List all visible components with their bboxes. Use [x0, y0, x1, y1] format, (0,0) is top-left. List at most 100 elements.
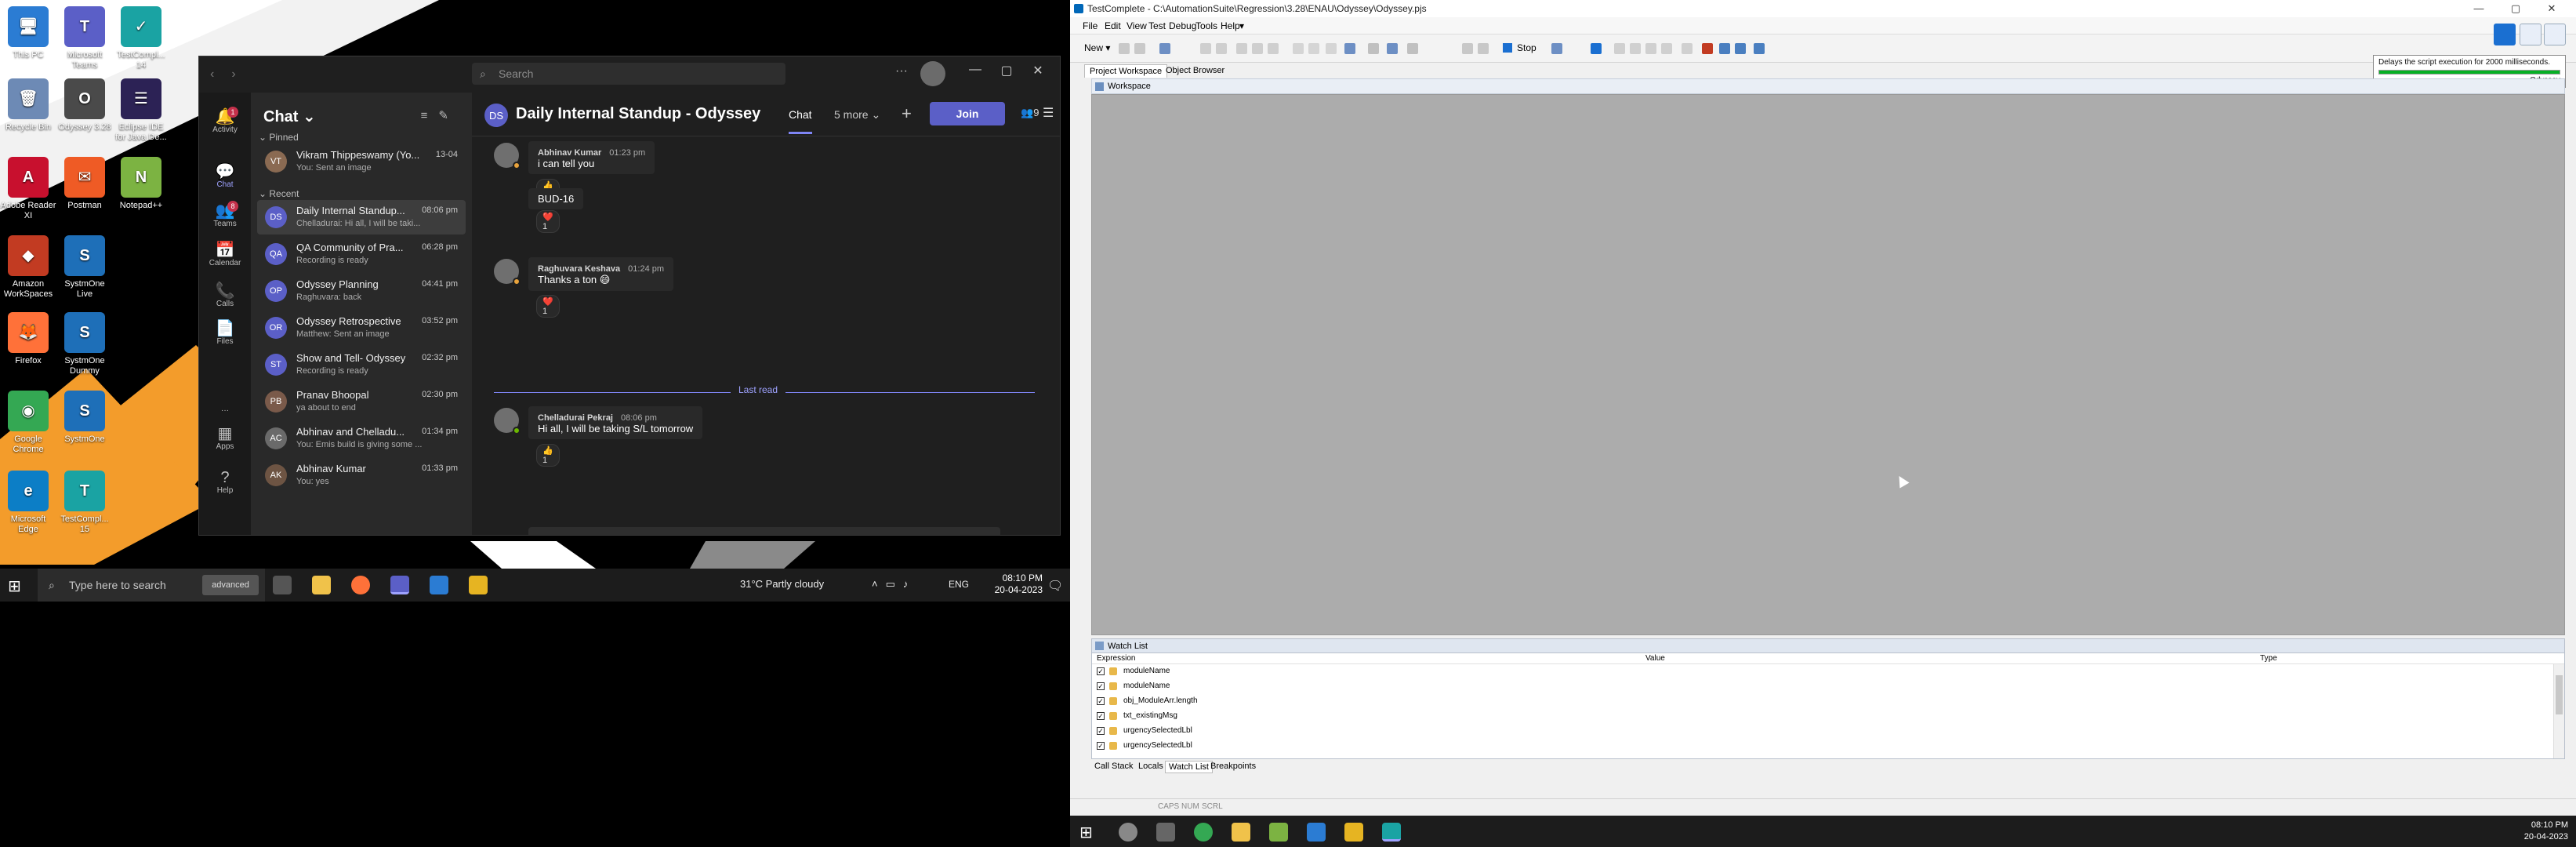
watch-row[interactable]: ✓ txt_existingMsg	[1092, 709, 2550, 723]
object-spy-icon[interactable]	[1344, 43, 1355, 54]
cut-icon[interactable]	[1236, 43, 1247, 54]
system-tray-icons[interactable]: ˄▭♪	[872, 578, 916, 591]
watch-checkbox[interactable]: ✓	[1097, 742, 1105, 750]
clock[interactable]: 08:10 PM 20-04-2023	[2524, 820, 2568, 843]
menu-tools[interactable]: Tools	[1195, 20, 1217, 31]
desktop-icon[interactable]: ◉ Google Chrome	[0, 391, 56, 455]
tab-call-stack[interactable]: Call Stack	[1091, 761, 1137, 772]
desktop-icon[interactable]: S SystmOne Dummy	[56, 312, 113, 376]
menu-help[interactable]: Help	[1221, 20, 1240, 31]
chat-list-title[interactable]: Chat ⌄	[263, 107, 316, 126]
task-view-icon[interactable]	[1156, 823, 1175, 842]
format-icon[interactable]	[1326, 43, 1337, 54]
chat-list-item[interactable]: OP Odyssey Planning Raghuvara: back 04:41 p…	[257, 274, 466, 308]
tab-more[interactable]: 5 more ⌄	[834, 108, 880, 122]
desktop-icon[interactable]: ☰ Eclipse IDE for Java De...	[113, 78, 169, 143]
watch-scrollbar[interactable]	[2553, 664, 2564, 758]
step-into-icon[interactable]	[1614, 43, 1625, 54]
stop-run-icon[interactable]	[2544, 24, 2566, 45]
find-icon[interactable]	[1293, 43, 1304, 54]
save-icon[interactable]	[1134, 43, 1145, 54]
search-icon[interactable]	[1119, 823, 1137, 842]
watch-row[interactable]: ✓ urgencySelectedLbl	[1092, 739, 2550, 753]
desktop-icon[interactable]: 🗑 Recycle Bin	[0, 78, 56, 133]
search-input[interactable]: ⌕ Search	[472, 63, 785, 85]
desktop-icon[interactable]: 🖥 This PC	[0, 6, 56, 60]
reaction[interactable]: 👍 1	[536, 444, 560, 467]
desktop-icon[interactable]: S SystmOne Live	[56, 235, 113, 300]
pause-run-icon[interactable]	[2520, 24, 2542, 45]
sticky-notes-icon[interactable]	[469, 576, 488, 594]
desktop-icon[interactable]: O Odyssey 3.28	[56, 78, 113, 133]
column-type[interactable]: Type	[2260, 654, 2277, 663]
chat-list-item[interactable]: QA QA Community of Pra... Recording is rea…	[257, 237, 466, 271]
rail-item-activity[interactable]: 🔔 1 Activity	[199, 107, 251, 134]
desktop-icon[interactable]: A Adobe Reader XI	[0, 157, 56, 221]
add-tab-icon[interactable]: +	[902, 104, 912, 124]
tab-chat[interactable]: Chat	[789, 108, 812, 134]
desktop-icon[interactable]: 🦊 Firefox	[0, 312, 56, 366]
back-icon[interactable]	[1462, 43, 1473, 54]
watch-checkbox[interactable]: ✓	[1097, 712, 1105, 720]
undo-icon[interactable]	[1200, 43, 1211, 54]
rail-item-teams[interactable]: 👥 8 Teams	[199, 201, 251, 228]
tab-object-browser[interactable]: Object Browser	[1161, 64, 1229, 77]
minimize-button[interactable]: —	[2462, 0, 2496, 17]
rail-item-chat[interactable]: 💬 Chat	[199, 163, 251, 189]
rail-item-files[interactable]: 📄 Files	[199, 320, 251, 346]
run-to-cursor-icon[interactable]	[1661, 43, 1672, 54]
windows-start-icon[interactable]: ⊞	[1079, 823, 1093, 842]
more-options-icon[interactable]: ···	[895, 64, 908, 78]
checkpoint-icon[interactable]	[1407, 43, 1418, 54]
rail-item-[interactable]: ···	[199, 389, 251, 415]
menu-debug[interactable]: Debug	[1169, 20, 1196, 31]
desktop-icon[interactable]: S SystmOne	[56, 391, 113, 445]
nav-arrows[interactable]: ‹›	[210, 67, 253, 82]
watch-icon[interactable]	[1719, 43, 1730, 54]
watch-checkbox[interactable]: ✓	[1097, 667, 1105, 675]
column-expression[interactable]: Expression	[1097, 654, 1135, 663]
testcomplete-run-icon[interactable]	[2494, 24, 2516, 45]
file-explorer-icon[interactable]	[1232, 823, 1250, 842]
tab-breakpoints[interactable]: Breakpoints	[1207, 761, 1259, 772]
message-bubble[interactable]: Chelladurai Pekraj 08:06 pm Hi all, I wil…	[528, 406, 703, 439]
watch-row[interactable]: ✓ moduleName	[1092, 679, 2550, 693]
locals-icon[interactable]	[1735, 43, 1746, 54]
sticky-notes-icon[interactable]	[1344, 823, 1363, 842]
menu-view[interactable]: View	[1127, 20, 1147, 31]
pinned-section-label[interactable]: ⌄ Pinned	[259, 132, 299, 143]
menu-file[interactable]: File	[1083, 20, 1098, 31]
chat-list-item[interactable]: ST Show and Tell- Odyssey Recording is rea…	[257, 347, 466, 382]
chrome-icon[interactable]	[1194, 823, 1213, 842]
maximize-button[interactable]: ▢	[995, 63, 1018, 78]
weather-widget[interactable]: 31°C Partly cloudy	[740, 578, 824, 590]
message-bubble[interactable]: BUD-16	[528, 188, 584, 209]
record-icon[interactable]	[1368, 43, 1379, 54]
desktop-icon[interactable]: ✓ TestCompl... 14	[113, 6, 169, 71]
advanced-badge[interactable]: advanced	[202, 575, 259, 595]
rail-item-calls[interactable]: 📞 Calls	[199, 282, 251, 308]
replace-icon[interactable]	[1308, 43, 1319, 54]
minimize-button[interactable]: —	[963, 63, 987, 77]
notification-icon[interactable]: 🗨	[1047, 578, 1063, 594]
desktop-icon[interactable]: T Microsoft Teams	[56, 6, 113, 71]
language-indicator[interactable]: ENG	[949, 579, 969, 590]
filter-and-new-chat-icons[interactable]: ≡✎	[421, 108, 459, 122]
file-explorer-icon[interactable]	[312, 576, 331, 594]
rail-item-apps[interactable]: ▦ Apps	[199, 425, 251, 451]
step-out-icon[interactable]	[1645, 43, 1656, 54]
workspace-panel[interactable]	[1091, 94, 2565, 635]
watch-row[interactable]: ✓ moduleName	[1092, 664, 2550, 678]
forward-icon[interactable]	[1478, 43, 1489, 54]
tab-locals[interactable]: Locals	[1135, 761, 1166, 772]
desktop-icon[interactable]: e Microsoft Edge	[0, 471, 56, 535]
scroll-thumb[interactable]	[2556, 675, 2563, 714]
paste-icon[interactable]	[1268, 43, 1279, 54]
menu-edit[interactable]: Edit	[1105, 20, 1121, 31]
watch-row[interactable]: ✓ obj_ModuleArr.length	[1092, 694, 2550, 708]
reaction[interactable]: ❤️ 1	[536, 210, 560, 233]
message-bubble[interactable]: Raghuvara Keshava 01:24 pm Thanks a ton 😄	[528, 257, 674, 291]
remote-desktop-icon[interactable]	[1307, 823, 1326, 842]
chat-list-item[interactable]: PB Pranav Bhoopal ya about to end 02:30 pm	[257, 384, 466, 419]
message-bubble[interactable]: Abhinav Kumar 01:23 pm i can tell you	[528, 141, 655, 174]
